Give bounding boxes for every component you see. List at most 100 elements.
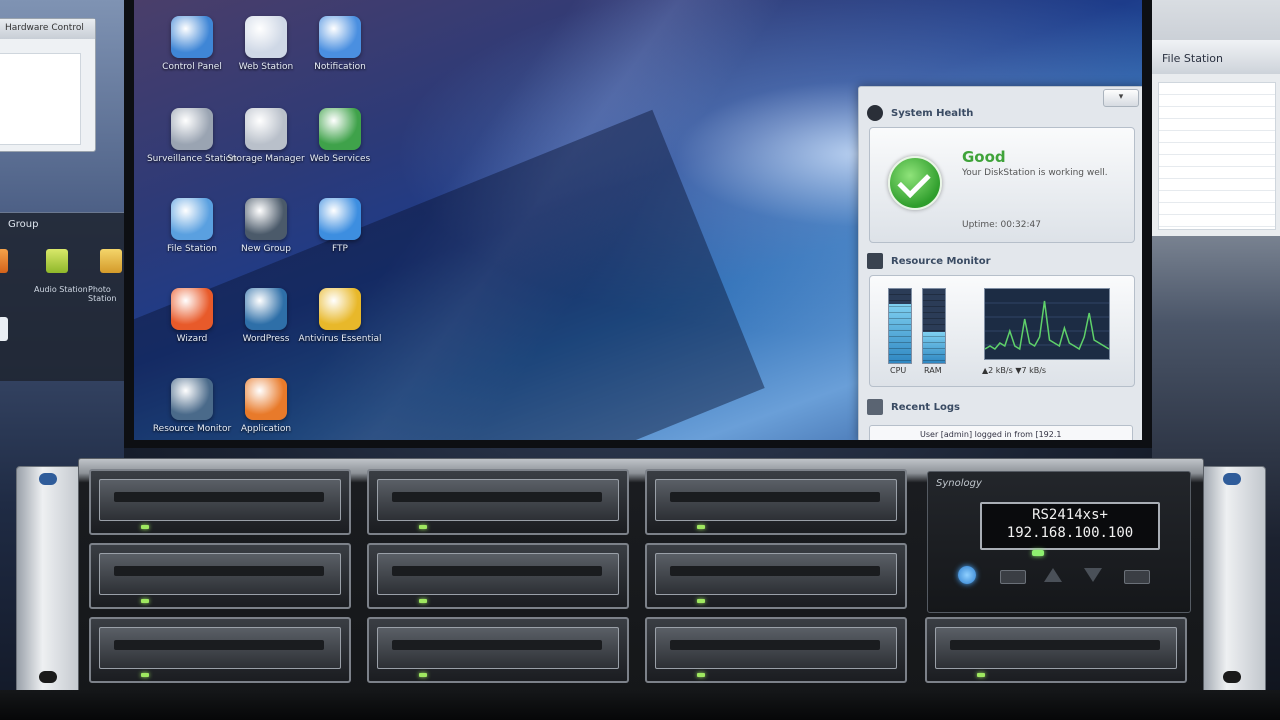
drive-led [419,599,427,603]
drive-led [141,599,149,603]
desktop-icon[interactable]: Web Services [290,108,390,188]
partial-app-icon-2[interactable] [0,317,8,341]
resource-monitor-icon [171,378,213,420]
drive-tray[interactable] [99,479,341,521]
desktop-icon-label: Application [240,424,292,434]
drive-led [419,673,427,677]
drive-led [977,673,985,677]
network-traffic-line [984,300,1110,351]
drive-bay[interactable] [89,617,351,683]
drive-bay[interactable] [645,469,907,535]
drive-bay[interactable] [367,543,629,609]
drive-bay[interactable] [89,543,351,609]
system-health-icon [867,105,883,121]
drive-led [419,525,427,529]
ram-label: RAM [924,366,942,375]
resource-monitor-title: Resource Monitor [891,256,991,267]
network-graph-svg [984,300,1110,351]
control-panel-icon [171,16,213,58]
drive-tray[interactable] [377,553,619,595]
right-rack-ear [1200,466,1266,694]
left-group-panel: Group Audio Station Photo Station [0,212,124,381]
monitor: Control Panel Web Station Notification Surv… [124,0,1152,448]
shield-icon [319,288,361,330]
lcd-model: RS2414xs+ [1032,507,1108,523]
drive-bay[interactable] [925,617,1187,683]
cpu-meter [888,288,912,364]
drive-tray[interactable] [655,553,897,595]
audio-station-icon[interactable] [46,249,68,273]
drive-bay[interactable] [645,543,907,609]
tray-handle[interactable] [114,640,324,650]
dsm-desktop[interactable]: Control Panel Web Station Notification Surv… [134,0,1142,440]
scene: Hardware Control Group Audio Station Pho… [0,0,1280,720]
tray-handle[interactable] [392,640,602,650]
file-list[interactable] [1158,82,1276,230]
file-station-window[interactable]: File Station [1152,40,1280,236]
partial-app-icon[interactable] [0,249,8,273]
tray-handle[interactable] [950,640,1160,650]
drive-led [697,673,705,677]
tray-handle[interactable] [392,492,602,502]
tray-handle[interactable] [670,566,880,576]
tray-handle[interactable] [670,640,880,650]
drive-led [697,599,705,603]
desktop-icon-label: FTP [332,244,348,254]
network-graph [984,288,1110,360]
recent-logs-header: Recent Logs [867,399,960,415]
desktop-icon[interactable]: Notification [290,16,390,96]
drive-tray[interactable] [935,627,1177,669]
drive-tray[interactable] [655,627,897,669]
surveillance-camera-icon [171,108,213,150]
drive-tray[interactable] [99,553,341,595]
drive-bay[interactable] [89,469,351,535]
left-hardware-window[interactable]: Hardware Control [0,18,96,152]
drive-led [141,673,149,677]
drive-tray[interactable] [655,479,897,521]
drive-tray[interactable] [377,479,619,521]
audio-station-label: Audio Station [34,285,88,294]
tray-handle[interactable] [670,492,880,502]
power-button[interactable] [958,566,976,584]
front-panel: Synology RS2414xs+ 192.168.100.100 [927,471,1191,613]
desktop-icon[interactable]: FTP [290,198,390,278]
left-window-title: Hardware Control [0,19,95,39]
drive-bay[interactable] [645,617,907,683]
resource-monitor-icon [867,253,883,269]
up-button[interactable] [1044,568,1062,582]
esc-button[interactable] [1000,570,1026,584]
down-button[interactable] [1084,568,1102,582]
log-entry[interactable]: User [admin] logged in from [192.1 [869,425,1133,440]
tray-handle[interactable] [114,492,324,502]
notification-icon [319,16,361,58]
ftp-icon [319,198,361,240]
ram-meter [922,288,946,364]
drive-bay[interactable] [367,469,629,535]
enter-button[interactable] [1124,570,1150,584]
widget-toggle-button[interactable]: ▾ [1103,89,1139,107]
file-station-title: File Station [1152,40,1280,74]
uptime-text: Uptime: 00:32:47 [962,220,1041,230]
health-status: Good [962,148,1006,166]
rackstation: Synology RS2414xs+ 192.168.100.100 [16,440,1266,720]
desktop-icon[interactable]: Application [216,378,316,440]
left-rack-ear [16,466,82,694]
tray-handle[interactable] [114,566,324,576]
photo-station-icon[interactable] [100,249,122,273]
pie-chart-icon [171,288,213,330]
left-window-pane [0,53,81,145]
floor [0,690,1280,720]
file-station-icon [171,198,213,240]
recent-logs-title: Recent Logs [891,402,960,413]
recent-logs-icon [867,399,883,415]
desktop-icon[interactable]: Antivirus Essential [290,288,390,368]
group-title: Group [8,219,39,230]
web-station-icon [245,16,287,58]
drive-tray[interactable] [99,627,341,669]
globe-icon [319,108,361,150]
desktop-icon-label: Web Services [309,154,371,164]
tray-handle[interactable] [392,566,602,576]
drive-tray[interactable] [377,627,619,669]
drive-bay[interactable] [367,617,629,683]
photo-station-label: Photo Station [88,285,117,303]
